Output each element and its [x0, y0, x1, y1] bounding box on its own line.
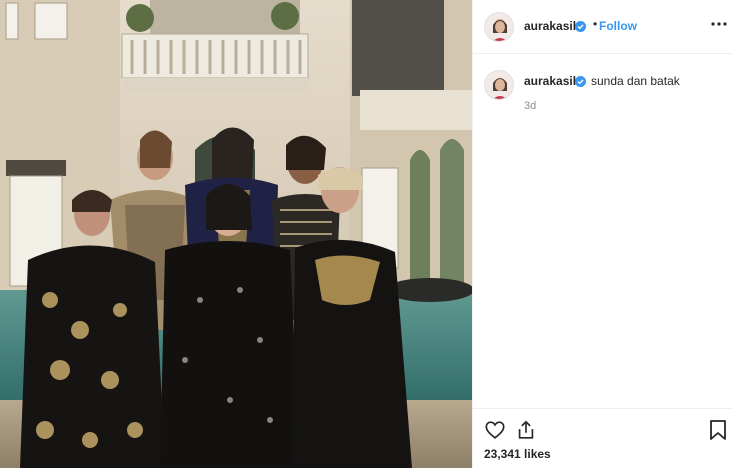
profile-avatar-icon: [485, 71, 513, 99]
profile-avatar-icon: [485, 13, 513, 41]
group-portrait-image: [0, 0, 472, 468]
post-actions: 23,341 likes: [473, 408, 732, 468]
verified-badge-icon: [575, 19, 586, 32]
author-username[interactable]: aurakasih: [524, 19, 580, 33]
post-timestamp[interactable]: 3d: [524, 100, 536, 112]
verified-badge-icon: [575, 74, 586, 87]
more-options-icon[interactable]: [709, 14, 729, 34]
post-header: aurakasih • Follow: [473, 0, 732, 54]
bookmark-icon[interactable]: [709, 419, 727, 446]
likes-count[interactable]: 23,341 likes: [484, 447, 551, 461]
instagram-post: aurakasih • Follow aurakasih sunda dan b…: [0, 0, 732, 468]
header-separator: •: [593, 17, 598, 31]
caption-author-avatar[interactable]: [484, 70, 514, 100]
caption-text: sunda dan batak: [591, 74, 680, 88]
share-icon[interactable]: [515, 419, 537, 446]
heart-icon[interactable]: [484, 419, 506, 446]
follow-button[interactable]: Follow: [599, 19, 637, 33]
caption-username[interactable]: aurakasih: [524, 74, 580, 88]
post-photo[interactable]: [0, 0, 472, 468]
author-avatar[interactable]: [484, 12, 514, 42]
post-details-panel: aurakasih • Follow aurakasih sunda dan b…: [472, 0, 732, 468]
